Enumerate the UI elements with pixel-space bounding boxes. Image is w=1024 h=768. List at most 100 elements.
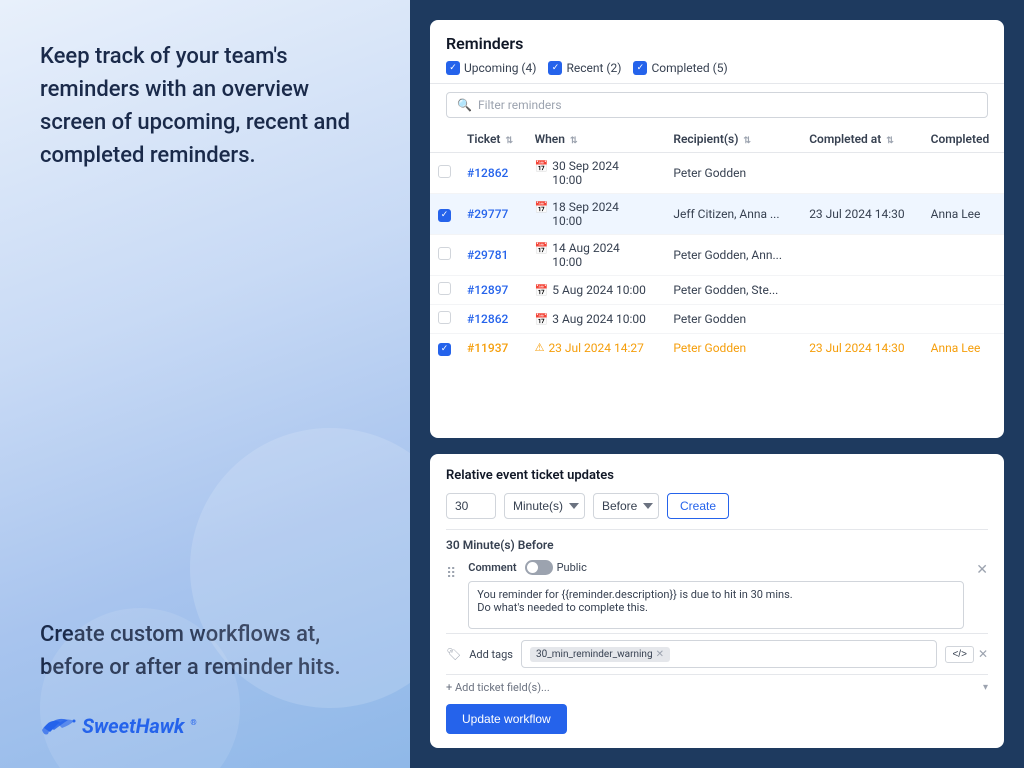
badge-recent[interactable]: ✓ Recent (2) xyxy=(548,61,621,75)
workflow-amount-input[interactable] xyxy=(446,493,496,519)
workflow-direction-select[interactable]: Before After xyxy=(593,493,659,519)
workflow-card: Relative event ticket updates Minute(s) … xyxy=(430,454,1004,748)
toggle-background[interactable] xyxy=(525,560,553,575)
tag-actions: </> ✕ xyxy=(945,646,988,663)
reminders-table: Ticket ⇅ When ⇅ Recipient(s) ⇅ Completed… xyxy=(430,126,1004,362)
row-checkbox[interactable]: ✓ xyxy=(438,209,451,222)
logo-text: SweetHawk xyxy=(82,714,184,738)
col-ticket[interactable]: Ticket ⇅ xyxy=(459,126,527,153)
search-icon: 🔍 xyxy=(457,98,472,112)
table-row: #12897 📅5 Aug 2024 10:00 Peter Godden, S… xyxy=(430,276,1004,305)
badge-completed-label: Completed (5) xyxy=(651,61,727,75)
tag-chip-label: 30_min_reminder_warning xyxy=(536,649,653,660)
row-checkbox[interactable]: ✓ xyxy=(438,343,451,356)
recipients: Peter Godden, Ann... xyxy=(665,235,801,276)
row-checkbox[interactable] xyxy=(438,311,451,324)
chevron-down-icon: ▾ xyxy=(983,682,988,693)
badge-completed[interactable]: ✓ Completed (5) xyxy=(633,61,727,75)
table-row: ✓ #29777 📅18 Sep 202410:00 Jeff Citizen,… xyxy=(430,194,1004,235)
completed-at xyxy=(801,153,922,194)
ticket-number[interactable]: #29781 xyxy=(467,248,508,262)
headline-text-1: Keep track of your team's reminders with… xyxy=(40,40,370,172)
recipients: Jeff Citizen, Anna ... xyxy=(665,194,801,235)
comment-textarea[interactable]: You reminder for {{reminder.description}… xyxy=(468,581,964,629)
col-completed-at[interactable]: Completed at ⇅ xyxy=(801,126,922,153)
left-panel: Keep track of your team's reminders with… xyxy=(0,0,410,768)
public-toggle[interactable]: Public xyxy=(525,560,587,575)
comment-label: Comment xyxy=(468,561,516,574)
badge-upcoming[interactable]: ✓ Upcoming (4) xyxy=(446,61,536,75)
calendar-icon: 📅 xyxy=(535,201,549,214)
check-recent: ✓ xyxy=(548,61,562,75)
reminders-header: Reminders ✓ Upcoming (4) ✓ Recent (2) ✓ … xyxy=(430,20,1004,84)
col-completed-by[interactable]: Completed xyxy=(923,126,1004,153)
row-checkbox[interactable] xyxy=(438,282,451,295)
left-bottom-section: Create custom workflows at, before or af… xyxy=(40,618,370,738)
tags-field[interactable]: 30_min_reminder_warning ✕ xyxy=(521,640,937,668)
calendar-icon: 📅 xyxy=(535,242,549,255)
calendar-icon: 📅 xyxy=(535,160,549,173)
toggle-label: Public xyxy=(557,561,587,574)
when-value: 30 Sep 202410:00 xyxy=(552,159,619,187)
when-value: 3 Aug 2024 10:00 xyxy=(552,312,646,326)
calendar-icon: 📅 xyxy=(535,313,549,326)
comment-label-row: Comment Public xyxy=(468,560,964,575)
tag-icon: 🏷 xyxy=(446,647,461,661)
workflow-action-row: ⠿ Comment Public You reminder for {{remi… xyxy=(446,560,988,633)
create-button[interactable]: Create xyxy=(667,493,729,519)
right-panel: Reminders ✓ Upcoming (4) ✓ Recent (2) ✓ … xyxy=(410,0,1024,768)
recipients: Peter Godden xyxy=(665,153,801,194)
tag-code-button[interactable]: </> xyxy=(945,646,973,663)
headline-1: Keep track of your team's reminders with… xyxy=(40,40,370,172)
ticket-number[interactable]: #11937 xyxy=(467,341,508,355)
headline-text-2: Create custom workflows at, before or af… xyxy=(40,618,370,684)
ticket-number[interactable]: #12862 xyxy=(467,312,508,326)
remove-tag-icon[interactable]: ✕ xyxy=(656,649,664,660)
add-field-label: + Add ticket field(s)... xyxy=(446,681,550,694)
completed-at xyxy=(801,276,922,305)
filter-badges: ✓ Upcoming (4) ✓ Recent (2) ✓ Completed … xyxy=(446,61,988,75)
search-bar[interactable]: 🔍 Filter reminders xyxy=(446,92,988,118)
badge-upcoming-label: Upcoming (4) xyxy=(464,61,536,75)
recipients: Peter Godden, Ste... xyxy=(665,276,801,305)
drag-handle-icon[interactable]: ⠿ xyxy=(446,566,456,582)
ticket-number[interactable]: #29777 xyxy=(467,207,508,221)
recipients: Peter Godden xyxy=(665,305,801,334)
row-checkbox[interactable] xyxy=(438,165,451,178)
row-checkbox[interactable] xyxy=(438,247,451,260)
col-checkbox xyxy=(430,126,459,153)
reminders-title: Reminders xyxy=(446,34,988,53)
completed-by: Anna Lee xyxy=(923,194,1004,235)
completed-by xyxy=(923,153,1004,194)
completed-at xyxy=(801,305,922,334)
when-value: 14 Aug 202410:00 xyxy=(552,241,620,269)
recipients: Peter Godden xyxy=(665,334,801,362)
workflow-controls: Minute(s) Hour(s) Day(s) Before After Cr… xyxy=(446,493,988,519)
add-tags-label: Add tags xyxy=(469,648,513,661)
tag-close-icon[interactable]: ✕ xyxy=(978,647,988,661)
calendar-icon: 📅 xyxy=(535,284,549,297)
when-value: 18 Sep 202410:00 xyxy=(552,200,619,228)
completed-by xyxy=(923,305,1004,334)
add-field-row[interactable]: + Add ticket field(s)... ▾ xyxy=(446,674,988,694)
ticket-number[interactable]: #12862 xyxy=(467,166,508,180)
completed-at: 23 Jul 2024 14:30 xyxy=(801,194,922,235)
sweethawk-logo-icon xyxy=(40,714,76,738)
close-icon[interactable]: ✕ xyxy=(976,560,988,578)
reminders-card: Reminders ✓ Upcoming (4) ✓ Recent (2) ✓ … xyxy=(430,20,1004,438)
col-when[interactable]: When ⇅ xyxy=(527,126,666,153)
completed-at: 23 Jul 2024 14:30 xyxy=(801,334,922,362)
ticket-number[interactable]: #12897 xyxy=(467,283,508,297)
completed-at xyxy=(801,235,922,276)
workflow-unit-select[interactable]: Minute(s) Hour(s) Day(s) xyxy=(504,493,585,519)
search-placeholder: Filter reminders xyxy=(478,98,562,112)
col-recipients[interactable]: Recipient(s) ⇅ xyxy=(665,126,801,153)
update-workflow-button[interactable]: Update workflow xyxy=(446,704,567,734)
overdue-icon: ⚠ xyxy=(535,341,545,354)
workflow-section-label: 30 Minute(s) Before xyxy=(446,529,988,552)
logo: SweetHawk ® xyxy=(40,714,370,738)
tag-chip: 30_min_reminder_warning ✕ xyxy=(530,647,670,662)
reminders-table-body: #12862 📅30 Sep 202410:00 Peter Godden ✓ … xyxy=(430,153,1004,362)
when-value: 5 Aug 2024 10:00 xyxy=(552,283,646,297)
comment-section: Comment Public You reminder for {{remind… xyxy=(468,560,964,633)
